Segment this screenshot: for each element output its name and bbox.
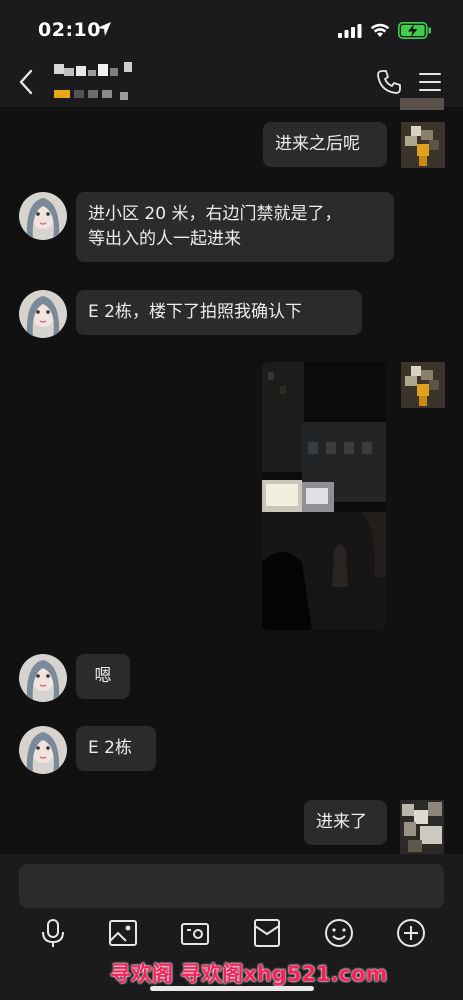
user-avatar-obscured[interactable] [400,800,444,854]
user-avatar-obscured[interactable] [401,122,445,168]
phone-call-icon[interactable] [376,69,402,95]
status-time: 02:10 [38,19,101,41]
microphone-icon[interactable] [36,916,70,950]
image-icon[interactable] [106,916,140,950]
location-arrow-icon [97,22,111,36]
message-bubble-incoming[interactable]: E 2栋 [76,726,156,771]
message-input[interactable] [19,864,444,908]
message-composer: 寻欢阁 寻欢阁xhg521.com [0,854,463,1000]
wifi-icon [370,23,390,37]
emoji-icon[interactable] [322,916,356,950]
message-bubble-incoming[interactable]: 进小区 20 米，右边门禁就是了， 等出入的人一起进来 [76,192,394,262]
photo-message[interactable] [262,362,386,630]
user-avatar-obscured[interactable] [401,362,445,408]
contact-name-obscured[interactable] [54,62,138,102]
menu-icon[interactable] [418,71,442,93]
contact-avatar[interactable] [19,654,67,702]
battery-charging-icon [398,22,431,39]
message-bubble-outgoing[interactable]: 进来之后呢 [263,122,387,167]
message-bubble-incoming[interactable]: E 2栋，楼下了拍照我确认下 [76,290,362,335]
back-chevron-icon[interactable] [12,66,42,98]
contact-avatar[interactable] [19,192,67,240]
camera-icon[interactable] [178,916,212,950]
status-bar: 02:10 [0,0,463,56]
cellular-signal-icon [338,24,362,38]
red-packet-icon[interactable] [250,916,284,950]
contact-avatar[interactable] [19,726,67,774]
plus-icon[interactable] [394,916,428,950]
message-list[interactable]: 进来之后呢 进小区 20 米，右边门禁就是了， 等出入的人一起进来 E 2栋，楼… [0,98,463,854]
night-photo-image [262,362,386,630]
contact-avatar[interactable] [19,290,67,338]
home-indicator[interactable] [150,986,314,991]
chat-header [0,56,463,108]
message-bubble-outgoing[interactable]: 进来了 [304,800,387,845]
watermark-text: 寻欢阁 寻欢阁xhg521.com [110,962,388,986]
user-avatar-obscured [400,98,444,110]
message-bubble-incoming[interactable]: 嗯 [76,654,130,699]
